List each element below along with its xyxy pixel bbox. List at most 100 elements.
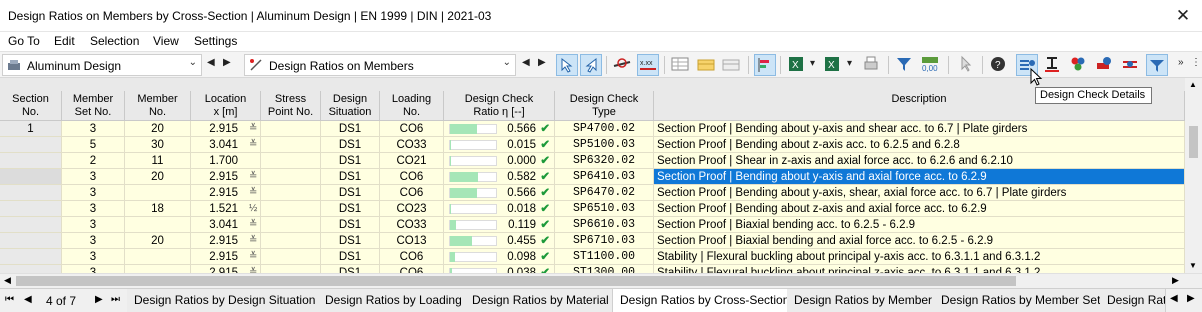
cell-load[interactable]: CO23 — [380, 201, 444, 217]
cell-section[interactable] — [0, 137, 62, 153]
cell-desc[interactable]: Section Proof | Bending about z-axis acc… — [654, 137, 1185, 153]
view-member-button[interactable] — [612, 54, 634, 76]
cell-set[interactable]: 3 — [62, 249, 125, 265]
header-stress-point[interactable]: Stress Point No. — [261, 91, 321, 121]
cell-section[interactable] — [0, 233, 62, 249]
cell-ds[interactable]: DS1 — [321, 153, 380, 169]
cell-load[interactable]: CO6 — [380, 185, 444, 201]
cell-member[interactable]: 30 — [125, 137, 191, 153]
tab-design-ratios-by-member[interactable]: Design Ratios by Member — [787, 289, 941, 312]
header-loading-no[interactable]: Loading No. — [380, 91, 444, 121]
cell-section[interactable]: 1 — [0, 121, 62, 137]
cell-set[interactable]: 3 — [62, 121, 125, 137]
tab-design-ratios-by-member-set[interactable]: Design Ratios by Member Set — [934, 289, 1109, 312]
header-design-situation[interactable]: Design Situation — [321, 91, 380, 121]
cell-ds[interactable]: DS1 — [321, 169, 380, 185]
cell-ratio[interactable]: 0.038 ✔ — [444, 265, 555, 273]
cell-load[interactable]: CO21 — [380, 153, 444, 169]
scroll-left-icon[interactable]: ◀ — [4, 275, 11, 286]
header-section-no[interactable]: Section No. — [0, 91, 62, 121]
close-icon[interactable]: ✕ — [1172, 5, 1194, 27]
cell-desc[interactable]: Section Proof | Biaxial bending acc. to … — [654, 217, 1185, 233]
cell-loc[interactable]: 2.915 ≚ — [191, 249, 261, 265]
tab-design-ratios-by-design-situation[interactable]: Design Ratios by Design Situation — [127, 289, 324, 312]
cell-load[interactable]: CO6 — [380, 169, 444, 185]
table-button[interactable] — [670, 54, 692, 76]
menu-go-to[interactable]: Go To — [8, 34, 40, 48]
module-combo[interactable]: Aluminum Design ⌄ — [2, 54, 202, 76]
bar-chart-button[interactable] — [754, 54, 776, 76]
cell-section[interactable] — [0, 201, 62, 217]
cell-ds[interactable]: DS1 — [321, 201, 380, 217]
cell-ds[interactable]: DS1 — [321, 121, 380, 137]
cell-ds[interactable]: DS1 — [321, 217, 380, 233]
cell-type[interactable]: SP4700.02 — [555, 121, 654, 137]
cell-desc[interactable]: Section Proof | Biaxial bending and axia… — [654, 233, 1185, 249]
cell-ds[interactable]: DS1 — [321, 137, 380, 153]
cell-loc[interactable]: 2.915 ≚ — [191, 265, 261, 273]
cell-ratio[interactable]: 0.455 ✔ — [444, 233, 555, 249]
cell-desc[interactable]: Section Proof | Shear in z-axis and axia… — [654, 153, 1185, 169]
horizontal-scroll-thumb[interactable] — [16, 276, 1016, 286]
member-info-button[interactable] — [1094, 54, 1116, 76]
cell-loc[interactable]: 2.915 ≚ — [191, 169, 261, 185]
cell-set[interactable]: 3 — [62, 201, 125, 217]
cell-loc[interactable]: 1.700 — [191, 153, 261, 169]
section-type-button[interactable] — [1042, 54, 1064, 76]
cell-section[interactable] — [0, 185, 62, 201]
cell-load[interactable]: CO13 — [380, 233, 444, 249]
prev-page-icon[interactable]: ◀ — [24, 294, 32, 305]
table-export-button[interactable] — [721, 54, 743, 76]
value-display-button[interactable]: 0,00 — [920, 54, 942, 76]
cell-loc[interactable]: 2.915 ≚ — [191, 121, 261, 137]
cell-ratio[interactable]: 0.098 ✔ — [444, 249, 555, 265]
cell-ratio[interactable]: 0.119 ✔ — [444, 217, 555, 233]
cell-desc[interactable]: Section Proof | Bending about y-axis and… — [654, 169, 1185, 185]
cell-ds[interactable]: DS1 — [321, 249, 380, 265]
chevron-down-icon[interactable]: ▾ — [810, 58, 815, 69]
cell-member[interactable]: 11 — [125, 153, 191, 169]
cell-load[interactable]: CO6 — [380, 121, 444, 137]
cell-desc[interactable]: Stability | Flexural buckling about prin… — [654, 249, 1185, 265]
tab-design-ratios-by-material[interactable]: Design Ratios by Material — [465, 289, 617, 312]
vertical-scrollbar[interactable]: ▲ ▼ — [1185, 78, 1202, 273]
tab-design-ratic[interactable]: Design Ratic — [1100, 289, 1166, 312]
cell-set[interactable]: 3 — [62, 217, 125, 233]
cell-member[interactable]: 20 — [125, 121, 191, 137]
cell-sp[interactable] — [261, 153, 321, 169]
cell-type[interactable]: SP5100.03 — [555, 137, 654, 153]
cell-member[interactable]: 18 — [125, 201, 191, 217]
excel-export-button[interactable]: X — [786, 54, 808, 76]
vertical-scroll-thumb[interactable] — [1189, 126, 1198, 158]
cell-member[interactable] — [125, 249, 191, 265]
cell-load[interactable]: CO33 — [380, 217, 444, 233]
chevron-down-icon[interactable]: ▾ — [847, 58, 852, 69]
cell-section[interactable] — [0, 169, 62, 185]
cell-type[interactable]: SP6470.02 — [555, 185, 654, 201]
cell-type[interactable]: SP6320.02 — [555, 153, 654, 169]
header-member-set-no[interactable]: Member Set No. — [62, 91, 125, 121]
select-forward-button[interactable] — [556, 54, 578, 76]
menu-selection[interactable]: Selection — [90, 34, 139, 48]
header-location[interactable]: Location x [m] — [191, 91, 261, 121]
cell-ratio[interactable]: 0.566 ✔ — [444, 185, 555, 201]
select-cursor-button[interactable] — [956, 54, 978, 76]
cell-type[interactable]: SP6610.03 — [555, 217, 654, 233]
tab-scroll-left-icon[interactable]: ◀ — [1170, 293, 1178, 304]
help-button[interactable]: ? — [988, 54, 1010, 76]
prev-arrow-icon[interactable]: ◀ — [207, 57, 215, 68]
scroll-down-icon[interactable]: ▼ — [1189, 261, 1197, 270]
cell-load[interactable]: CO33 — [380, 137, 444, 153]
cell-ratio[interactable]: 0.000 ✔ — [444, 153, 555, 169]
excel-import-button[interactable]: X — [822, 54, 844, 76]
cell-desc[interactable]: Stability | Flexural buckling about prin… — [654, 265, 1185, 273]
cell-ds[interactable]: DS1 — [321, 233, 380, 249]
table-folder-button[interactable] — [696, 54, 718, 76]
cell-sp[interactable] — [261, 201, 321, 217]
next-page-icon[interactable]: ▶ — [95, 294, 103, 305]
tab-design-ratios-by-cross-section[interactable]: Design Ratios by Cross-Section — [612, 289, 798, 312]
cell-loc[interactable]: 3.041 ≚ — [191, 137, 261, 153]
menu-view[interactable]: View — [153, 34, 179, 48]
cell-set[interactable]: 3 — [62, 233, 125, 249]
cell-sp[interactable] — [261, 233, 321, 249]
